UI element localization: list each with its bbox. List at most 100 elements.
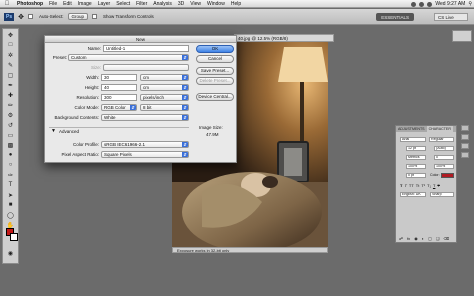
preset-select[interactable]: Custom ⇵ xyxy=(68,54,189,61)
resolution-unit-select[interactable]: pixels/inch ⇵ xyxy=(140,94,189,101)
spotlight-icon[interactable]: ⚲ xyxy=(468,1,472,7)
pen-tool[interactable]: ✑ xyxy=(4,171,17,179)
cs-live-field[interactable]: CS Live xyxy=(434,13,468,21)
auto-select-checkbox[interactable] xyxy=(28,14,33,19)
menu-photoshop[interactable]: Photoshop xyxy=(14,1,46,7)
menu-layer[interactable]: Layer xyxy=(95,1,114,7)
battery-icon[interactable] xyxy=(427,1,433,7)
document-tab-title[interactable]: 40.jpg @ 12.5% (RGB/8) xyxy=(234,34,334,42)
clone-tool[interactable]: ⚙ xyxy=(4,111,17,119)
horizontal-scale-field[interactable]: 100% xyxy=(434,164,454,169)
text-color-swatch[interactable] xyxy=(441,173,454,178)
move-tool[interactable]: ✥ xyxy=(4,31,17,39)
background-contents-select[interactable]: White ⇵ xyxy=(101,114,189,121)
menu-window[interactable]: Window xyxy=(204,1,228,7)
strikethrough-button[interactable]: T xyxy=(437,183,439,188)
channels-panel-icon[interactable] xyxy=(461,134,469,140)
fx-icon[interactable]: fx xyxy=(407,236,410,241)
3d-rotate-tool[interactable]: ◯ xyxy=(4,211,17,219)
tracking-field[interactable]: 0 xyxy=(434,155,454,160)
eyedropper-tool[interactable]: ✒ xyxy=(4,81,17,89)
trash-icon[interactable]: ⌫ xyxy=(443,236,449,241)
menu-view[interactable]: View xyxy=(187,1,204,7)
menu-file[interactable]: File xyxy=(46,1,60,7)
apple-menu-icon[interactable]:  xyxy=(0,1,14,7)
menu-analysis[interactable]: Analysis xyxy=(150,1,175,7)
small-caps-button[interactable]: Tt xyxy=(416,183,420,188)
menu-select[interactable]: Select xyxy=(113,1,133,7)
tab-adjustments[interactable]: ADJUSTMENTS xyxy=(396,126,427,132)
shape-tool[interactable]: ■ xyxy=(4,201,17,209)
menu-filter[interactable]: Filter xyxy=(133,1,150,7)
menu-edit[interactable]: Edit xyxy=(60,1,75,7)
kerning-field[interactable]: Metrics xyxy=(406,155,426,160)
healing-tool[interactable]: ✚ xyxy=(4,91,17,99)
marquee-tool[interactable]: □ xyxy=(4,41,17,49)
height-unit-select[interactable]: cm ⇵ xyxy=(140,84,189,91)
ok-button[interactable]: OK xyxy=(196,45,234,53)
save-preset-button[interactable]: Save Preset... xyxy=(196,67,234,75)
menu-3d[interactable]: 3D xyxy=(175,1,187,7)
width-field[interactable]: 30 xyxy=(101,74,137,81)
background-color-swatch[interactable] xyxy=(10,233,18,241)
lasso-tool[interactable]: ✲ xyxy=(4,51,17,59)
baseline-shift-field[interactable]: 0 pt xyxy=(406,173,426,178)
volume-icon[interactable] xyxy=(419,1,425,7)
new-layer-icon[interactable]: ❏ xyxy=(436,236,440,241)
tab-character[interactable]: CHARACTER xyxy=(426,126,453,132)
subscript-button[interactable]: T₁ xyxy=(427,183,431,188)
device-central-button[interactable]: Device Central... xyxy=(196,93,234,101)
blur-tool[interactable]: ● xyxy=(4,151,17,159)
history-panel-icon[interactable] xyxy=(461,152,469,158)
move-tool-icon[interactable]: ✥ xyxy=(18,13,24,21)
layers-panel-icon[interactable] xyxy=(461,125,469,131)
eraser-tool[interactable]: ▭ xyxy=(4,131,17,139)
folder-icon[interactable]: ▢ xyxy=(428,236,432,241)
brush-tool[interactable]: ✏ xyxy=(4,101,17,109)
font-size-field[interactable]: 12 pt xyxy=(406,146,426,151)
pixel-aspect-select[interactable]: Square Pixels ⇵ xyxy=(101,151,189,158)
auto-select-dropdown[interactable]: Group xyxy=(67,13,89,20)
name-field[interactable]: Untitled-1 xyxy=(103,45,189,52)
gradient-tool[interactable]: ▩ xyxy=(4,141,17,149)
font-style-select[interactable]: Regular xyxy=(429,137,454,142)
paths-panel-icon[interactable] xyxy=(461,143,469,149)
adjustment-icon[interactable]: ◐ xyxy=(422,236,424,241)
faux-italic-button[interactable]: T xyxy=(404,183,406,188)
quick-mask-icon[interactable]: ◉ xyxy=(4,249,17,257)
clock[interactable]: Wed 9:27 AM xyxy=(435,1,465,7)
path-select-tool[interactable]: ➤ xyxy=(4,191,17,199)
language-select[interactable]: English: UK xyxy=(400,192,426,197)
type-tool[interactable]: T xyxy=(4,181,17,189)
underline-button[interactable]: T xyxy=(433,183,435,188)
height-field[interactable]: 40 xyxy=(101,84,137,91)
menu-image[interactable]: Image xyxy=(75,1,95,7)
resolution-field[interactable]: 300 xyxy=(101,94,137,101)
width-unit: cm xyxy=(143,75,149,80)
history-brush-tool[interactable]: ↺ xyxy=(4,121,17,129)
transform-checkbox[interactable] xyxy=(92,14,98,19)
menu-help[interactable]: Help xyxy=(228,1,244,7)
quick-select-tool[interactable]: ✎ xyxy=(4,61,17,69)
workspace-button[interactable]: ESSENTIALS xyxy=(376,13,414,21)
leading-field[interactable]: (Auto) xyxy=(434,146,454,151)
color-profile-select[interactable]: sRGB IEC61966-2.1 ⇵ xyxy=(101,141,189,148)
wifi-icon[interactable] xyxy=(411,1,417,7)
collapsed-panel-dock[interactable] xyxy=(452,30,472,42)
cancel-button[interactable]: Cancel xyxy=(196,55,234,63)
width-unit-select[interactable]: cm ⇵ xyxy=(140,74,189,81)
dodge-tool[interactable]: ○ xyxy=(4,161,17,169)
color-mode-select[interactable]: RGB Color ⇵ xyxy=(101,104,137,111)
link-icon[interactable]: ☍ xyxy=(399,236,403,241)
vertical-scale-field[interactable]: 100% xyxy=(406,164,426,169)
advanced-disclosure-icon[interactable]: ▼ xyxy=(51,128,56,134)
superscript-button[interactable]: T¹ xyxy=(421,183,425,188)
font-family-select[interactable]: Arial xyxy=(400,137,426,142)
bit-depth-select[interactable]: 8 bit ⇵ xyxy=(140,104,189,111)
crop-tool[interactable]: ▢ xyxy=(4,71,17,79)
mask-icon[interactable]: ◉ xyxy=(414,236,418,241)
all-caps-button[interactable]: TT xyxy=(409,183,414,188)
antialias-select[interactable]: Sharp xyxy=(430,192,454,197)
panel-icon-strip xyxy=(461,125,471,165)
faux-bold-button[interactable]: T xyxy=(400,183,402,188)
